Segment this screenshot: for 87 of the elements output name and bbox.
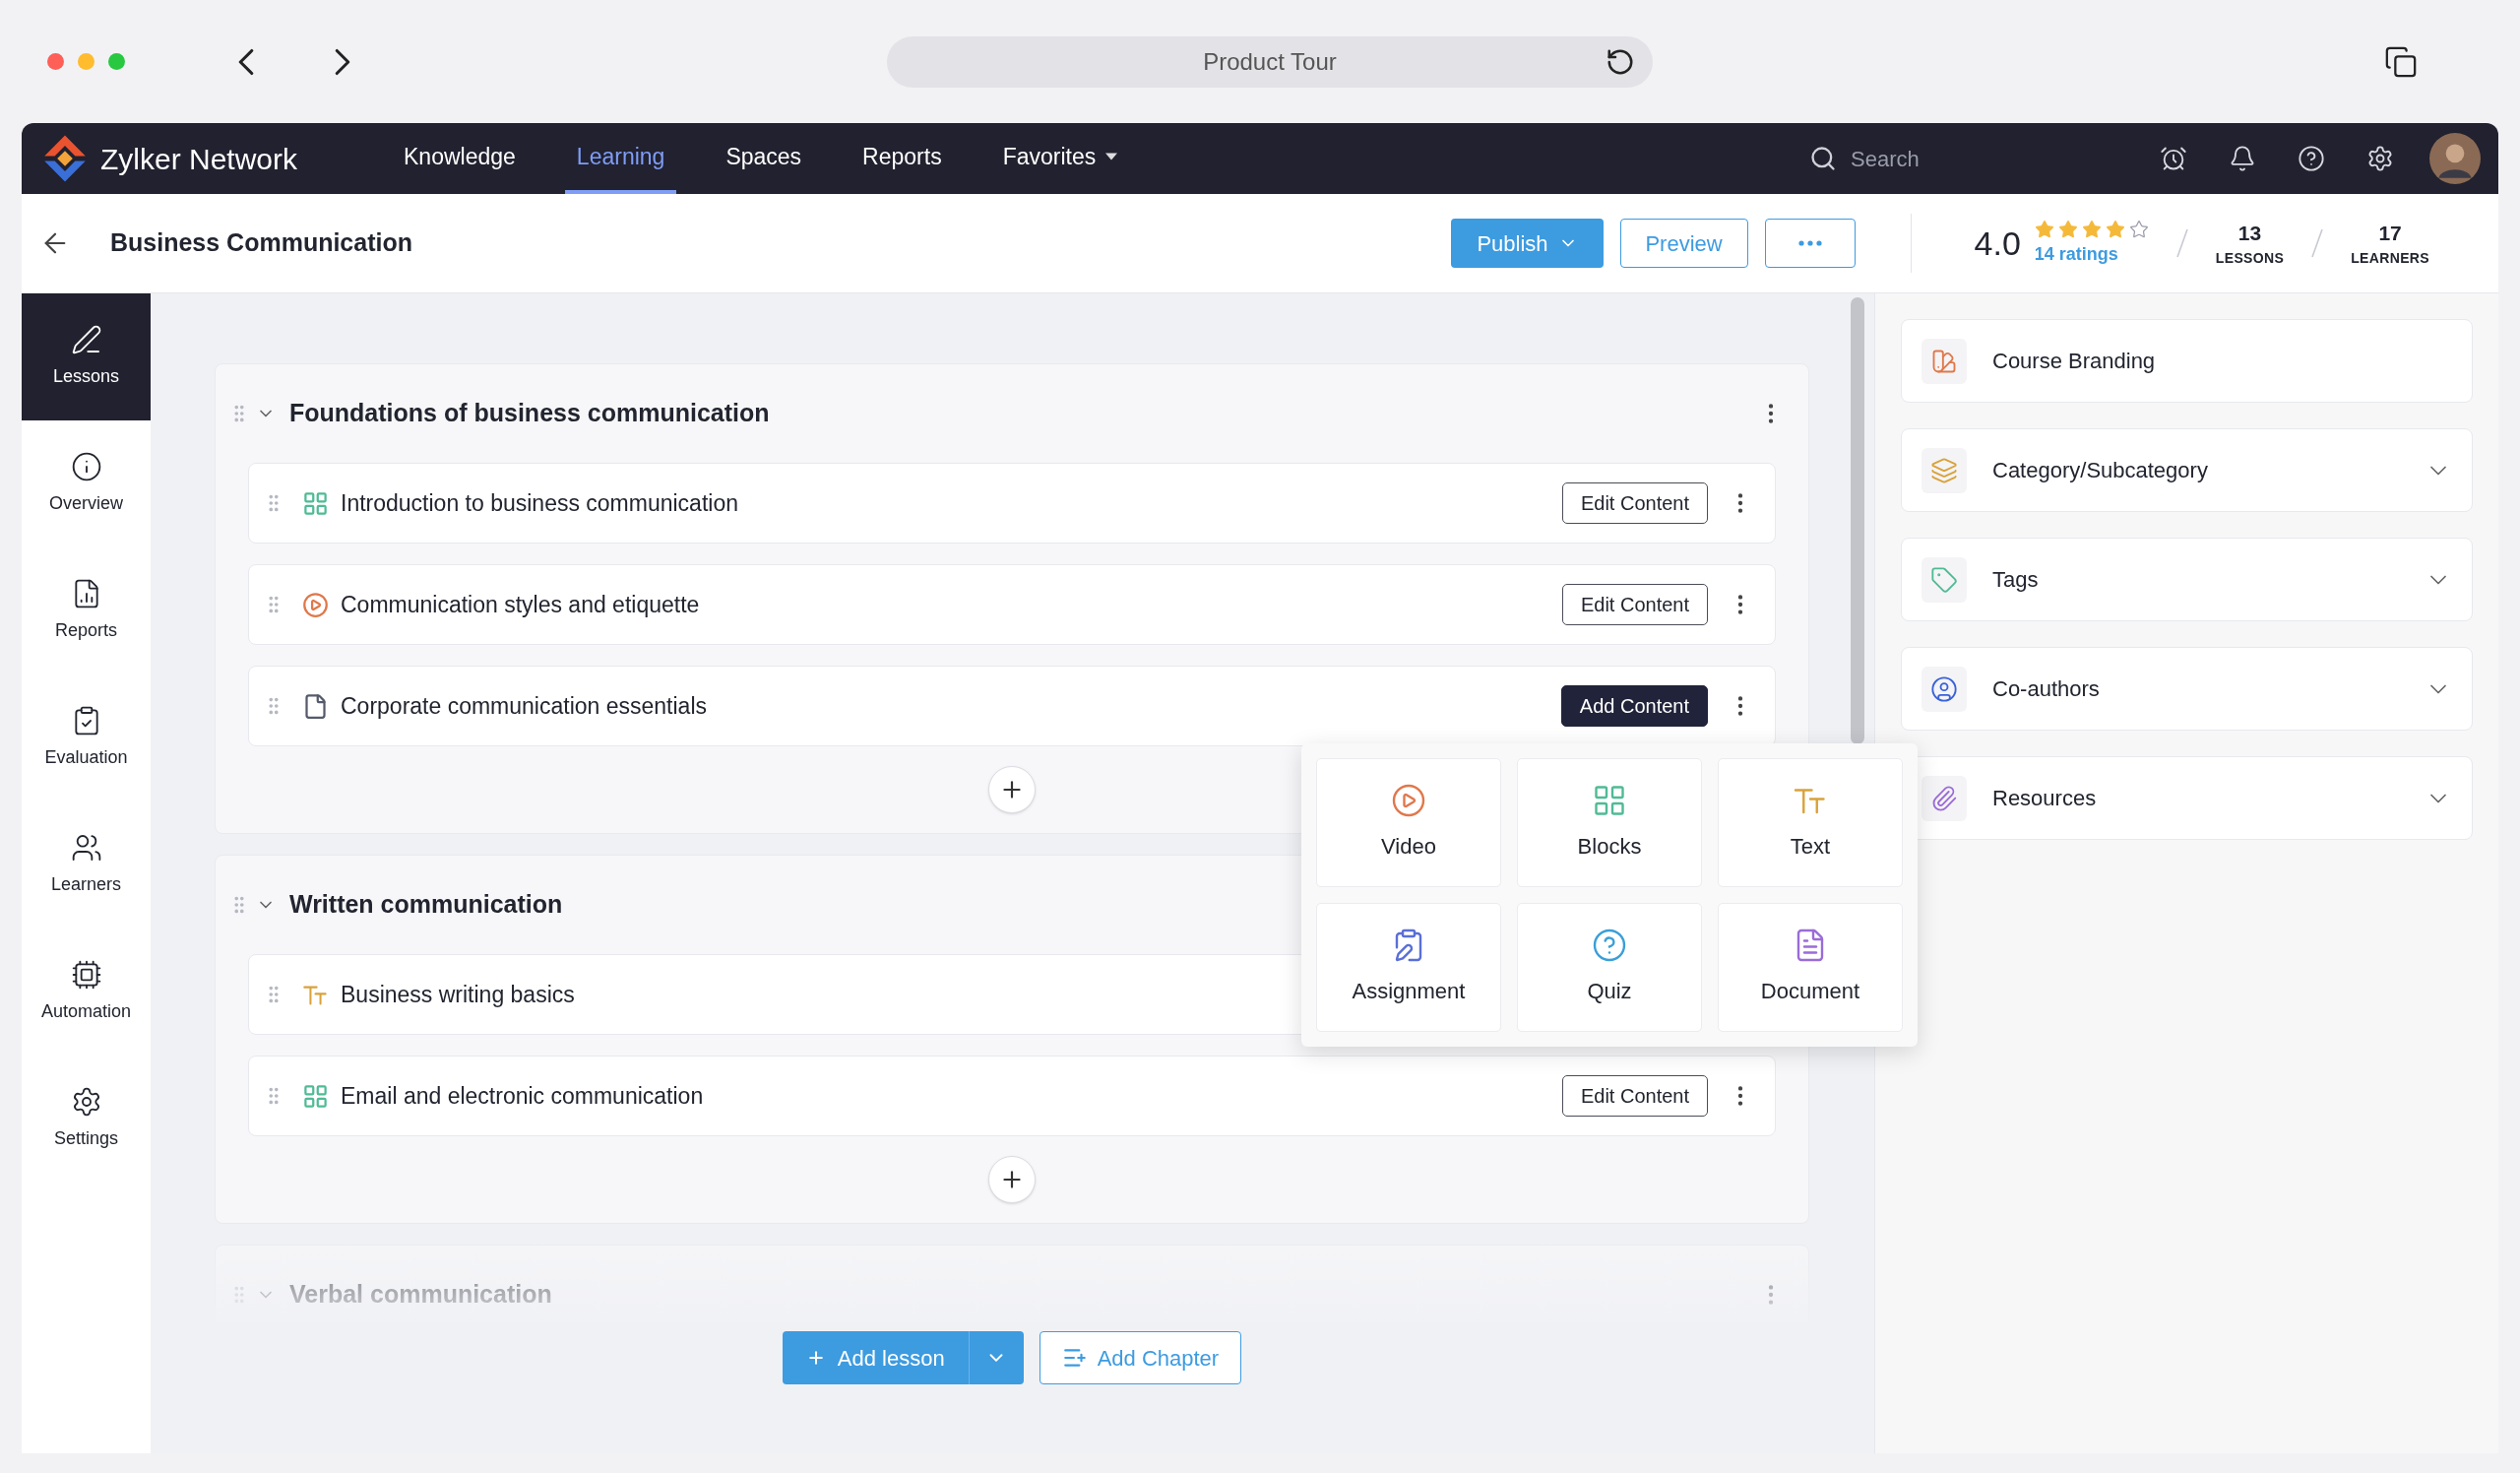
star-icon <box>2128 219 2149 239</box>
play-icon <box>1391 783 1426 818</box>
add-content-button[interactable]: Add Content <box>1560 685 1708 727</box>
alarm-clock-icon[interactable] <box>2160 145 2187 172</box>
blocks-icon <box>302 1082 329 1110</box>
lesson-title: Business writing basics <box>341 980 575 1009</box>
sidebar-item[interactable]: Learners <box>22 801 151 929</box>
document-icon <box>302 692 329 720</box>
slash-separator <box>2175 228 2188 258</box>
paperclip-icon <box>1930 784 1958 812</box>
stat-label: LESSONS <box>2215 249 2285 269</box>
brand-name: Zylker Network <box>100 141 298 177</box>
notifications-icon[interactable] <box>2229 145 2256 172</box>
chapter-title: Written communication <box>289 889 564 921</box>
content-type-option[interactable]: Text <box>1718 758 1903 887</box>
nav-tab[interactable]: Spaces <box>714 123 814 194</box>
star-icon <box>2034 219 2054 239</box>
user-icon <box>1930 674 1958 703</box>
section-label: Course Branding <box>1992 348 2157 375</box>
settings-section[interactable]: Co-authors <box>1901 647 2473 731</box>
edit-content-button[interactable]: Edit Content <box>1561 584 1708 625</box>
address-bar[interactable]: Product Tour <box>887 35 1653 88</box>
section-label: Resources <box>1992 785 2098 812</box>
scrollbar-thumb[interactable] <box>1851 297 1864 744</box>
more-actions-button[interactable] <box>1764 219 1856 268</box>
section-label: Tags <box>1992 566 2040 594</box>
settings-icon[interactable] <box>2366 145 2394 172</box>
chip-icon <box>70 959 102 991</box>
star-icon <box>2057 219 2078 239</box>
star-icon <box>2105 219 2125 239</box>
content-type-option[interactable]: Video <box>1316 758 1501 887</box>
stat-value: 17 <box>2378 220 2402 246</box>
stat-value: 13 <box>2237 220 2262 246</box>
edit-content-button[interactable]: Edit Content <box>1561 482 1708 524</box>
lesson-title: Communication styles and etiquette <box>341 590 700 619</box>
settings-section[interactable]: Course Branding <box>1901 319 2473 403</box>
settings-section[interactable]: Tags <box>1901 538 2473 621</box>
star-icon <box>2081 219 2102 239</box>
lesson-row[interactable]: Introduction to business communication Edit Content <box>248 463 1776 544</box>
sidebar-item[interactable]: Overview <box>22 420 151 547</box>
sidebar-item[interactable]: Lessons <box>22 293 151 420</box>
nav-tab[interactable]: Knowledge <box>392 123 528 194</box>
help-icon[interactable] <box>2298 145 2325 172</box>
content-type-option[interactable]: Quiz <box>1517 903 1702 1032</box>
add-lesson-plus-button[interactable] <box>988 1156 1036 1203</box>
lesson-title: Email and electronic communication <box>341 1081 704 1111</box>
tabs-overview-icon[interactable] <box>2384 44 2418 79</box>
sidebar-item[interactable]: Reports <box>22 547 151 674</box>
section-label: Category/Subcategory <box>1992 457 2209 484</box>
sidebar-item[interactable]: Settings <box>22 1056 151 1183</box>
question-icon <box>1592 928 1627 963</box>
lesson-row[interactable]: Email and electronic communication Edit Content <box>248 1056 1776 1136</box>
lesson-row[interactable]: Communication styles and etiquette Edit Content <box>248 564 1776 645</box>
blocks-icon <box>302 489 329 517</box>
sidebar-item[interactable]: Evaluation <box>22 674 151 801</box>
users-icon <box>70 832 102 864</box>
section-label: Co-authors <box>1992 675 2101 703</box>
nav-tab[interactable]: Learning <box>564 123 677 194</box>
nav-tab[interactable]: Favorites <box>990 123 1130 194</box>
content-type-option[interactable]: Document <box>1718 903 1903 1032</box>
edit-content-button[interactable]: Edit Content <box>1561 1075 1708 1117</box>
stat-label: LEARNERS <box>2351 249 2429 269</box>
add-lesson-plus-button[interactable] <box>988 766 1036 813</box>
content-type-option[interactable]: Assignment <box>1316 903 1501 1032</box>
dropdown-caret-icon <box>1105 153 1118 160</box>
ellipsis-icon <box>1797 240 1822 246</box>
play-icon <box>302 591 329 618</box>
chapter-title: Foundations of business communication <box>289 398 771 429</box>
content-type-option[interactable]: Blocks <box>1517 758 1702 887</box>
blocks-icon <box>1592 783 1627 818</box>
lesson-title: Introduction to business communication <box>341 488 738 518</box>
settings-section[interactable]: Category/Subcategory <box>1901 428 2473 512</box>
search-icon[interactable] <box>1809 145 1837 172</box>
avatar[interactable] <box>2429 133 2481 184</box>
sidebar-item[interactable]: Automation <box>22 929 151 1056</box>
search-field[interactable]: Search <box>1851 142 2067 175</box>
slash-separator <box>2311 228 2324 258</box>
nav-tab[interactable]: Reports <box>850 123 954 194</box>
chapter-title: Verbal communication <box>289 1279 553 1311</box>
info-icon <box>70 451 102 482</box>
tag-icon <box>1930 565 1958 594</box>
lesson-row[interactable]: Corporate communication essentials Add Content <box>248 666 1776 746</box>
pen-icon <box>70 324 102 355</box>
lesson-title: Corporate communication essentials <box>341 691 707 721</box>
course-title: Business Communication <box>110 227 412 259</box>
rating-value: 4.0 <box>1974 223 2021 264</box>
layers-icon <box>1930 456 1958 484</box>
